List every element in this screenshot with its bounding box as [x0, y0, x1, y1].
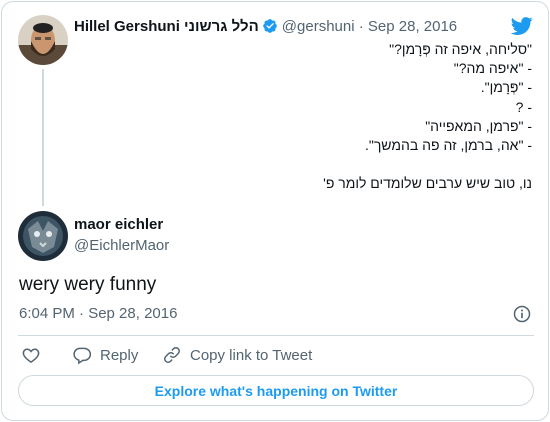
link-icon — [164, 347, 180, 363]
header-separator: · — [358, 18, 364, 35]
quoted-text-line: - "פרמן, המאפייה" — [425, 117, 532, 134]
quoted-tweet-date[interactable]: Sep 28, 2016 — [368, 18, 457, 35]
reply-button[interactable]: Reply — [72, 344, 138, 366]
like-button[interactable] — [21, 344, 41, 366]
quoted-text-line: נו, טוב שיש ערבים שלומדים לומר פ' — [323, 175, 532, 192]
reply-author-name[interactable]: maor eichler — [74, 216, 163, 233]
embedded-tweet-card: Hillel Gershuni הלל גרשוני @gershuni · S… — [1, 1, 549, 421]
copy-link-button[interactable]: Copy link to Tweet — [162, 344, 312, 366]
reply-label: Reply — [100, 346, 139, 364]
divider — [18, 335, 534, 336]
quoted-text-line: - "איפה מה?" — [453, 60, 532, 77]
quoted-text-line: - ? — [515, 98, 532, 115]
copy-link-label: Copy link to Tweet — [190, 346, 313, 364]
quoted-text-line: - "פְּרָמן". — [480, 79, 532, 96]
heart-icon — [22, 348, 40, 363]
explore-twitter-button[interactable]: Explore what's happening on Twitter — [18, 375, 534, 406]
reply-bubble-icon — [73, 347, 92, 365]
info-icon[interactable] — [512, 304, 532, 324]
quoted-tweet-text: "סליחה, איפה זה פְּרָמן?" - "איפה מה?" -… — [92, 40, 532, 194]
quoted-text-line — [92, 155, 532, 174]
quoted-author-name[interactable]: Hillel Gershuni הלל גרשוני — [74, 18, 259, 35]
quoted-text-line: "סליחה, איפה זה פְּרָמן?" — [389, 41, 532, 57]
avatar-hillel-gershuni[interactable] — [18, 15, 68, 65]
verified-badge-icon — [262, 19, 277, 33]
reply-author-handle[interactable]: @EichlerMaor — [74, 237, 169, 254]
reply-tweet-timestamp[interactable]: 6:04 PM · Sep 28, 2016 — [19, 305, 177, 322]
quoted-author-handle[interactable]: @gershuni — [282, 18, 355, 35]
reply-tweet-text: wery wery funny — [19, 274, 157, 295]
twitter-bird-icon[interactable] — [510, 15, 534, 37]
quoted-tweet-header: Hillel Gershuni הלל גרשוני @gershuni · S… — [74, 18, 457, 36]
avatar-maor-eichler[interactable] — [18, 211, 68, 261]
quoted-text-line: - "אה, ברמן, זה פה בהמשך". — [364, 137, 532, 154]
thread-connector-line — [42, 69, 44, 206]
